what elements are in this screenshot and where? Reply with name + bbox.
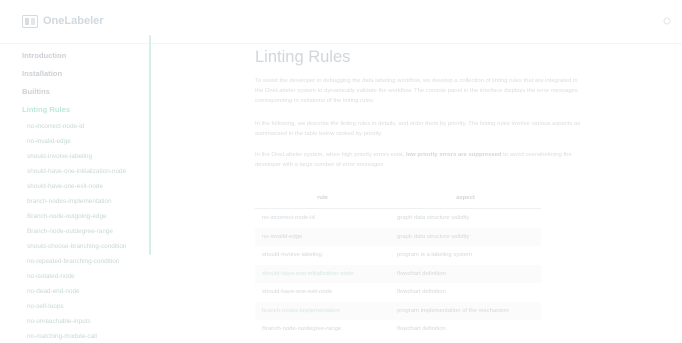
rule-cell[interactable]: no-incorrect-node-id <box>255 209 390 228</box>
sidebar: Introduction Installation Builtins Linti… <box>0 44 152 343</box>
logo-icon[interactable] <box>22 15 38 28</box>
brand-name[interactable]: OneLabeler <box>43 15 104 27</box>
rule-cell[interactable]: no-invalid-edge <box>255 227 390 246</box>
sidebar-subitem[interactable]: no-isolated-node <box>27 273 75 280</box>
aspect-cell: flowchart definition <box>390 264 541 283</box>
sidebar-subitem[interactable]: no-matching-module-call <box>27 333 97 340</box>
main-content: Linting Rules To assist the developer in… <box>255 44 585 343</box>
aspect-cell: flowchart definition <box>397 326 446 333</box>
rules-description-paragraph: In the following, we describe the lintin… <box>255 121 581 137</box>
sidebar-subitem[interactable]: should-choose-branching-condition <box>27 243 126 250</box>
table-row: should-have-one-exit-node flowchart defi… <box>255 283 541 302</box>
sidebar-subitem[interactable]: no-repeated-branching-condition <box>27 258 119 265</box>
table-row: branch-nodes-implementation program impl… <box>255 301 541 320</box>
intro-paragraph: To assist the developer in debugging the… <box>255 78 578 104</box>
aspect-cell: program implementation of the mechanism <box>390 301 541 320</box>
sidebar-item-linting-rules[interactable]: Linting Rules <box>22 105 70 114</box>
sidebar-subitem[interactable]: should-have-one-initialization-node <box>27 168 126 175</box>
rule-cell[interactable]: should-have-one-initialization-node <box>255 264 390 283</box>
rules-table: rule aspect no-incorrect-node-id graph d… <box>255 188 541 339</box>
sidebar-scrollbar[interactable] <box>149 35 151 255</box>
aspect-cell: graph data structure validity <box>397 215 470 222</box>
sidebar-subitem[interactable]: Branch-node-outgoing-edge <box>27 213 107 220</box>
top-bar: OneLabeler <box>0 0 682 44</box>
sidebar-subitem[interactable]: no-dead-end-node <box>27 288 80 295</box>
sidebar-item-builtins[interactable]: Builtins <box>22 87 50 96</box>
aspect-cell: graph data structure validity <box>390 227 541 246</box>
aspect-cell: flowchart definition <box>397 289 446 296</box>
emphasis-text: low priority errors are suppressed <box>405 152 502 158</box>
rule-cell[interactable]: Branch-node-outdegree-range <box>255 320 390 339</box>
sidebar-subitem[interactable]: no-invalid-edge <box>27 138 71 145</box>
table-row: should-have-one-initialization-node flow… <box>255 264 541 283</box>
theme-toggle-icon[interactable] <box>662 16 672 26</box>
table-row: should-involve-labeling program is a lab… <box>255 246 541 265</box>
table-row: no-incorrect-node-id graph data structur… <box>255 209 541 228</box>
sidebar-subitem[interactable]: should-involve-labeling <box>27 153 92 160</box>
sidebar-subitem[interactable]: Branch-node-outdegree-range <box>27 228 113 235</box>
sidebar-subitem[interactable]: no-self-loops <box>27 303 64 310</box>
sidebar-subitem[interactable]: no-incorrect-node-id <box>27 123 84 130</box>
sidebar-item-introduction[interactable]: Introduction <box>22 51 66 60</box>
column-header-rule: rule <box>255 188 390 209</box>
priority-paragraph: In the OneLabeler system, when high prio… <box>255 152 572 168</box>
rule-cell[interactable]: should-have-one-exit-node <box>255 283 390 302</box>
table-row: Branch-node-outdegree-range flowchart de… <box>255 320 541 339</box>
aspect-cell: program is a labeling system <box>397 252 472 259</box>
sidebar-item-installation[interactable]: Installation <box>22 69 62 78</box>
sidebar-subitem[interactable]: should-have-one-exit-node <box>27 183 103 190</box>
page-title: Linting Rules <box>255 48 351 66</box>
sidebar-subitem[interactable]: no-unreachable-inputs <box>27 318 91 325</box>
rule-cell[interactable]: should-involve-labeling <box>255 246 390 265</box>
sidebar-subitem[interactable]: branch-nodes-implementation <box>27 198 112 205</box>
rule-cell[interactable]: branch-nodes-implementation <box>255 301 390 320</box>
table-header-row: rule aspect <box>255 188 541 209</box>
table-row: no-invalid-edge graph data structure val… <box>255 227 541 246</box>
column-header-aspect: aspect <box>390 188 541 209</box>
